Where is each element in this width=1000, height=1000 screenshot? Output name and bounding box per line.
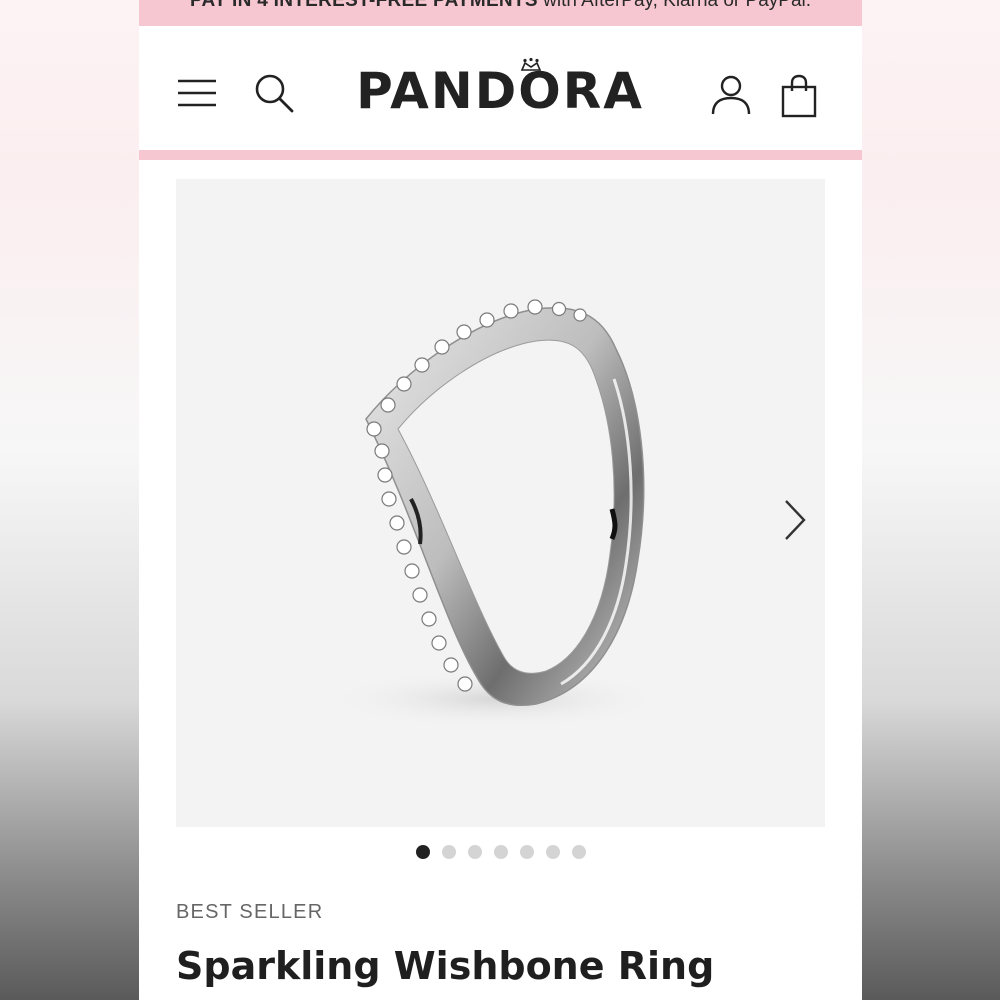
carousel-dot[interactable] <box>467 845 482 859</box>
search-icon[interactable] <box>253 72 295 114</box>
brand-wordmark: PANDORA <box>356 62 644 120</box>
carousel-dot[interactable] <box>571 845 586 859</box>
mobile-page: PAY IN 4 INTEREST-FREE PAYMENTS with Aft… <box>139 0 862 1000</box>
promo-headline: PAY IN 4 INTEREST-FREE PAYMENTS <box>189 0 538 11</box>
carousel-dot[interactable] <box>415 845 430 859</box>
header-divider <box>139 150 862 160</box>
product-image-carousel[interactable] <box>176 179 825 827</box>
menu-icon[interactable] <box>177 78 217 108</box>
site-header: PANDORA <box>139 26 862 150</box>
carousel-dot[interactable] <box>545 845 560 859</box>
promo-banner[interactable]: PAY IN 4 INTEREST-FREE PAYMENTS with Aft… <box>139 0 862 26</box>
next-image-chevron-icon[interactable] <box>780 497 810 543</box>
best-seller-badge: BEST SELLER <box>176 901 324 923</box>
brand-logo[interactable]: PANDORA <box>339 56 661 126</box>
product-title: Sparkling Wishbone Ring <box>176 944 715 988</box>
promo-text: PAY IN 4 INTEREST-FREE PAYMENTS with Aft… <box>139 0 862 14</box>
carousel-dot[interactable] <box>519 845 534 859</box>
promo-details: with AfterPay, Klarna or PayPal. <box>537 0 812 11</box>
crown-icon <box>520 58 542 71</box>
carousel-dot[interactable] <box>493 845 508 859</box>
carousel-dot[interactable] <box>441 845 456 859</box>
ring-image <box>326 299 666 729</box>
carousel-pagination <box>139 845 862 861</box>
account-icon[interactable] <box>711 74 751 116</box>
shopping-bag-icon[interactable] <box>781 74 817 118</box>
